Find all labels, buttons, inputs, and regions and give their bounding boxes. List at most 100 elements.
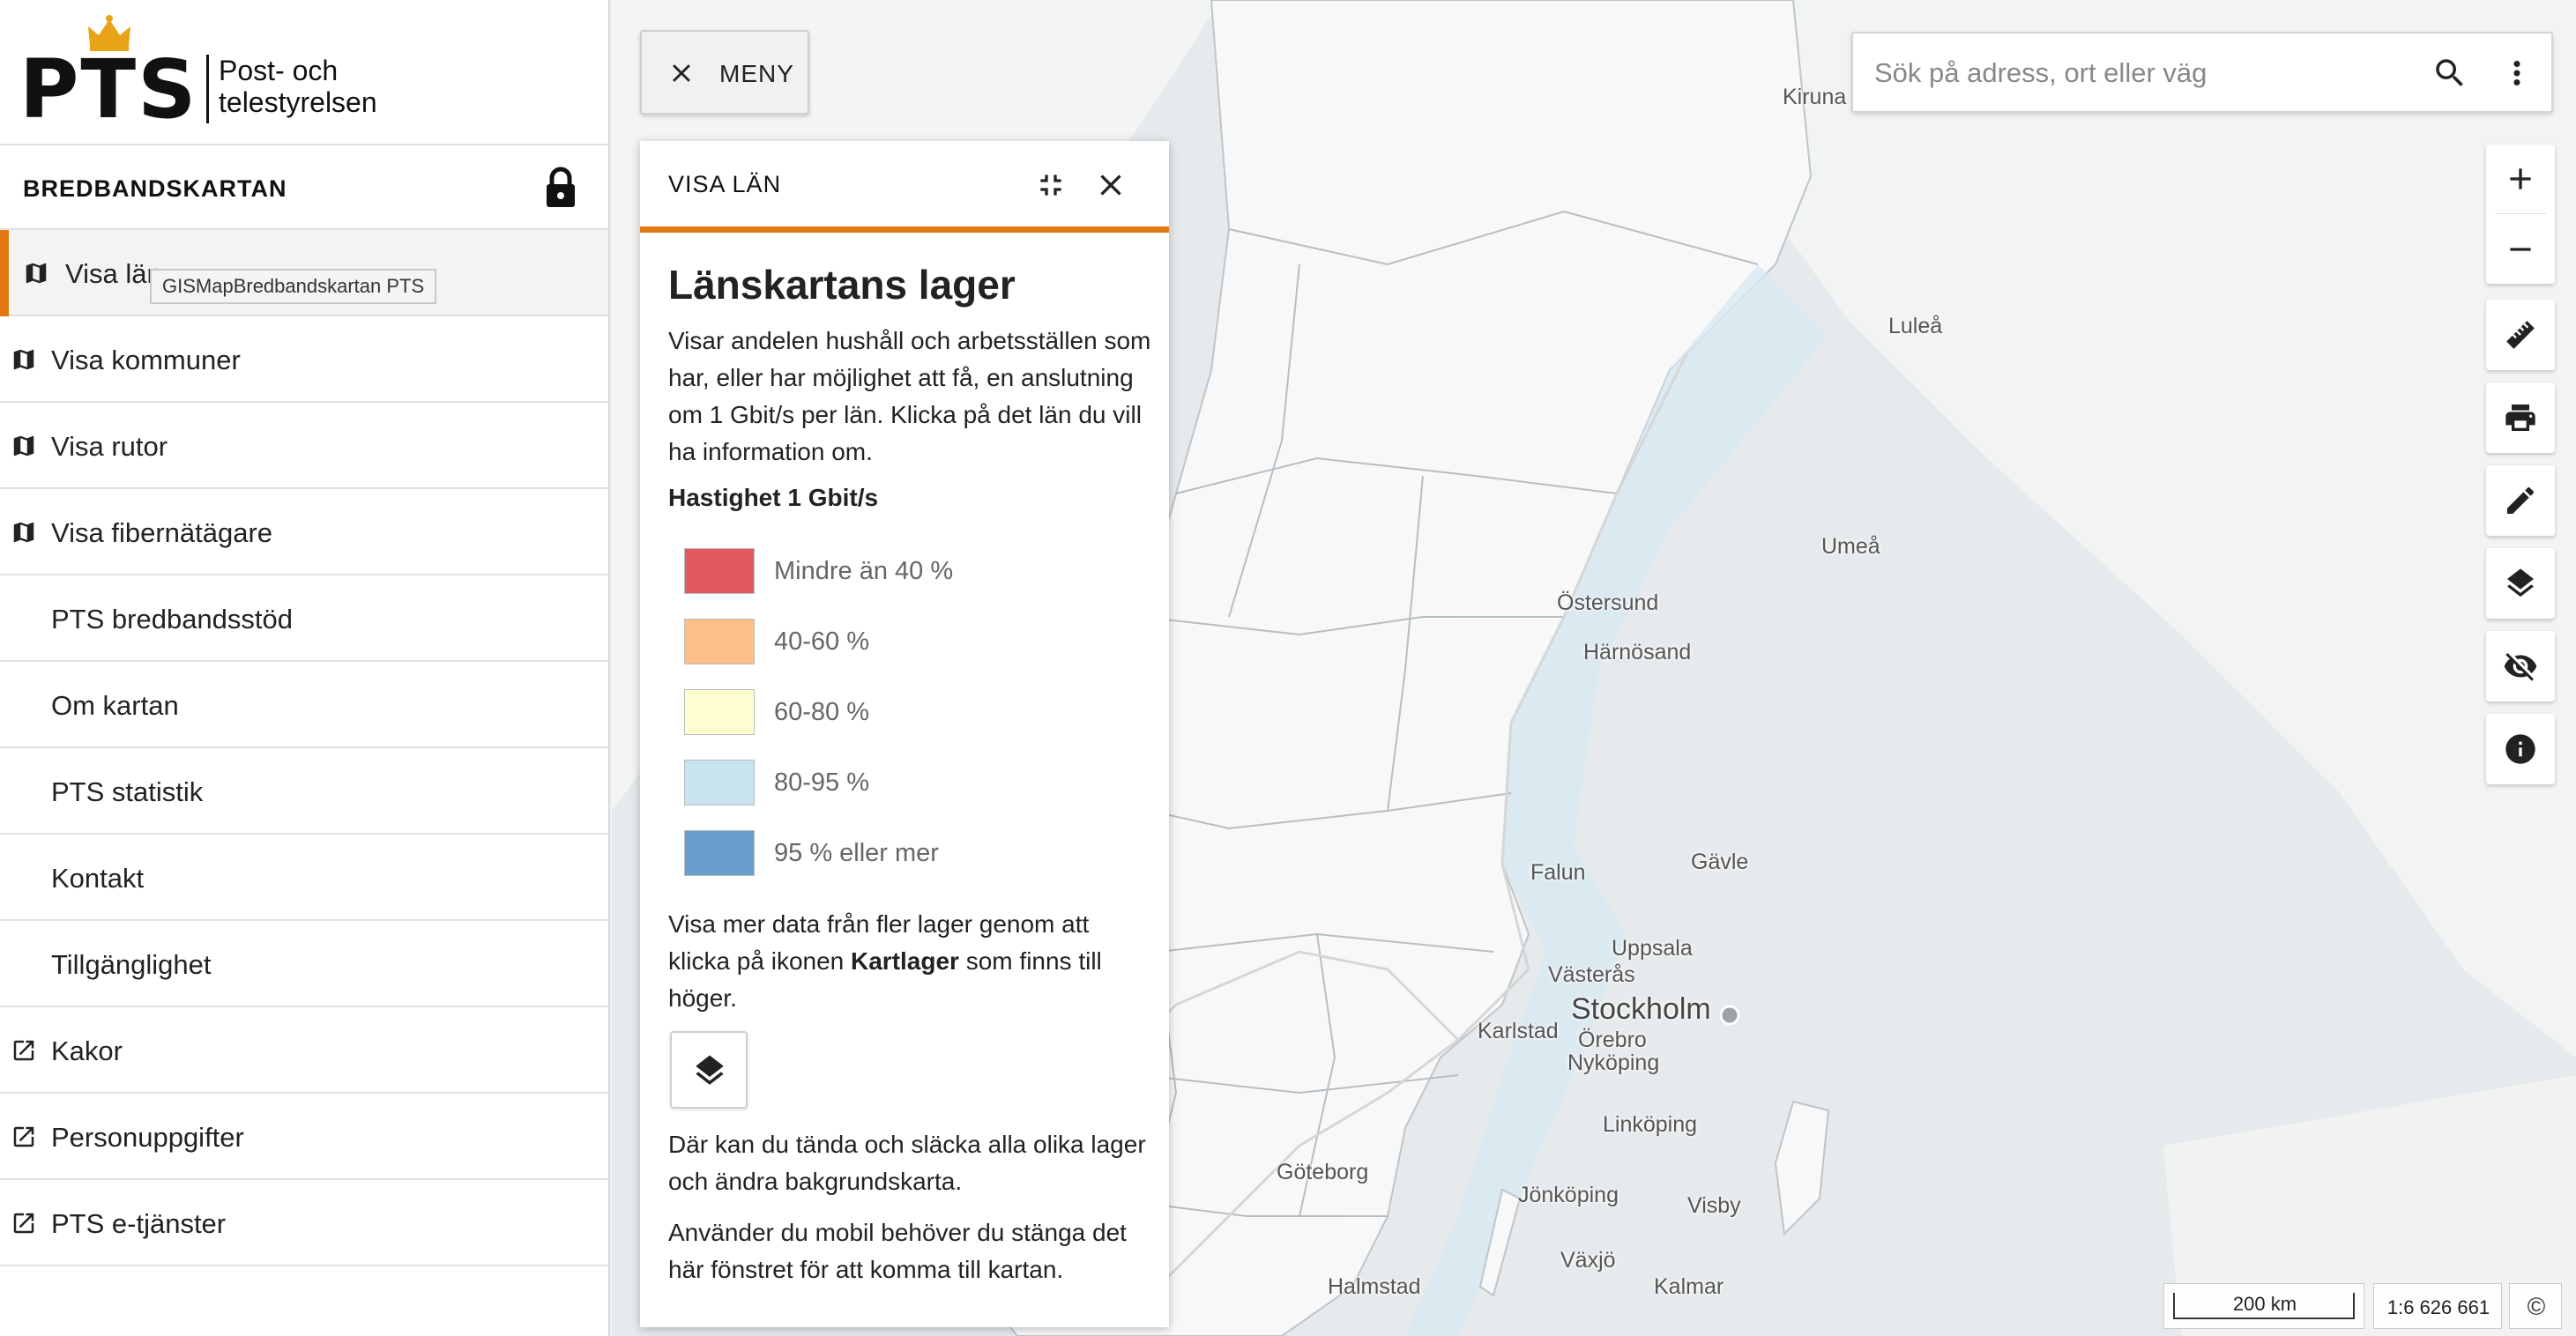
- sidebar-item-label: Visa kommuner: [51, 345, 241, 375]
- sidebar-item-om-kartan[interactable]: Om kartan: [0, 662, 608, 748]
- legend-swatch: [684, 619, 755, 664]
- legend-swatch: [684, 830, 755, 876]
- place-label-linkoping: Linköping: [1603, 1112, 1698, 1137]
- sidebar-item-pts-statistik[interactable]: PTS statistik: [0, 748, 608, 835]
- sidebar-item-visa-fibernatagare[interactable]: Visa fibernätägare: [0, 489, 608, 575]
- copyright-icon: ©: [2527, 1293, 2546, 1320]
- place-label-nykoping: Nyköping: [1567, 1050, 1660, 1075]
- zoom-controls: [2486, 145, 2555, 284]
- scale-ratio-label: 1:6 626 661: [2386, 1296, 2490, 1318]
- menu-toggle-label: MENY: [719, 60, 794, 87]
- tooltip: GISMapBredbandskartan PTS: [150, 269, 437, 304]
- attribution-button[interactable]: ©: [2509, 1283, 2562, 1329]
- sidebar-item-pts-e-tjanster[interactable]: PTS e-tjänster: [0, 1180, 608, 1266]
- sidebar-item-tillganglighet[interactable]: Tillgänglighet: [0, 921, 608, 1007]
- place-label-kiruna: Kiruna: [1783, 85, 1847, 109]
- place-label-karlstad: Karlstad: [1478, 1019, 1559, 1043]
- legend-title: Hastighet 1 Gbit/s: [668, 484, 879, 511]
- panel-description: Visar andelen hushåll och arbetsställen …: [668, 327, 1151, 465]
- map-layers-button[interactable]: [2486, 548, 2555, 619]
- sidebar-item-kontakt[interactable]: Kontakt: [0, 835, 608, 921]
- collapse-icon[interactable]: [1033, 167, 1068, 203]
- external-link-icon: [13, 1040, 34, 1061]
- place-label-harnosand: Härnösand: [1583, 640, 1692, 664]
- zoom-in-button[interactable]: [2486, 145, 2555, 213]
- legend-swatch: [684, 760, 755, 805]
- place-label-vaxjo: Växjö: [1560, 1248, 1616, 1273]
- place-label-visby: Visby: [1687, 1193, 1741, 1218]
- place-label-vasteras: Västerås: [1548, 962, 1635, 987]
- sidebar-item-label: PTS bredbandsstöd: [51, 604, 294, 635]
- place-label-stockholm: Stockholm: [1571, 992, 1711, 1026]
- more-vert-icon[interactable]: [2498, 55, 2535, 92]
- measure-button[interactable]: [2486, 300, 2555, 370]
- active-indicator: [0, 230, 9, 316]
- sidebar-item-visa-rutor[interactable]: Visa rutor: [0, 403, 608, 489]
- kartlager-term: Kartlager: [851, 947, 959, 975]
- place-label-kalmar: Kalmar: [1654, 1274, 1724, 1299]
- map-icon: [13, 435, 34, 456]
- sidebar-item-pts-bredbandsstod[interactable]: PTS bredbandsstöd: [0, 575, 608, 662]
- sidebar-title: BREDBANDSKARTAN: [23, 175, 287, 202]
- legend-label: 95 % eller mer: [774, 839, 939, 867]
- legend-swatch: [684, 548, 755, 594]
- legend-label: Mindre än 40 %: [774, 557, 954, 585]
- panel-mobile-text: Använder du mobil behöver du stänga det …: [668, 1219, 1127, 1283]
- logo-divider: [206, 55, 209, 123]
- pts-logo[interactable]: PTS Post- och telestyrelsen: [19, 14, 390, 130]
- sidebar-item-label: Personuppgifter: [51, 1122, 244, 1153]
- scale-ratio: 1:6 626 661: [2373, 1283, 2502, 1329]
- logo-name-line2: telestyrelsen: [219, 86, 377, 118]
- search-input[interactable]: [1874, 51, 2403, 95]
- place-label-gavle: Gävle: [1691, 850, 1749, 874]
- sidebar-item-label: Visa rutor: [51, 431, 168, 462]
- search-bar: [1851, 32, 2553, 113]
- sidebar-item-label: PTS statistik: [51, 776, 204, 807]
- sidebar-item-label: Om kartan: [51, 690, 179, 721]
- sidebar-item-kakor[interactable]: Kakor: [0, 1007, 608, 1094]
- search-icon[interactable]: [2431, 55, 2468, 92]
- lock-icon[interactable]: [541, 167, 580, 209]
- menu-toggle-button[interactable]: MENY: [640, 30, 809, 115]
- panel-header: VISA LÄN: [640, 141, 1169, 233]
- external-link-icon: [13, 1126, 34, 1147]
- sidebar-item-label: Tillgänglighet: [51, 949, 212, 980]
- panel-heading: Länskartans lager: [668, 262, 1016, 308]
- plus-icon: [2510, 168, 2531, 189]
- layers-icon: [2507, 568, 2534, 597]
- sidebar-item-label: Kontakt: [51, 863, 145, 894]
- logo-wordmark: PTS: [19, 42, 198, 137]
- visibility-button[interactable]: [2486, 631, 2555, 701]
- panel-title: VISA LÄN: [668, 171, 782, 197]
- place-label-umea: Umeå: [1821, 534, 1880, 559]
- layers-icon: [696, 1055, 724, 1085]
- pencil-icon: [2507, 486, 2535, 514]
- draw-button[interactable]: [2486, 465, 2555, 536]
- info-button[interactable]: [2486, 714, 2555, 784]
- print-button[interactable]: [2486, 382, 2555, 453]
- sidebar-item-personuppgifter[interactable]: Personuppgifter: [0, 1094, 608, 1180]
- scale-label: 200 km: [2232, 1293, 2297, 1315]
- scale-line: 200 km: [2163, 1283, 2364, 1329]
- sidebar-item-label: PTS e-tjänster: [51, 1208, 227, 1239]
- external-link-icon: [13, 1213, 34, 1234]
- legend-swatch: [684, 689, 755, 735]
- sidebar: PTS Post- och telestyrelsen BREDBANDSKAR…: [0, 0, 610, 1336]
- info-icon: [2505, 734, 2535, 764]
- zoom-divider: [2495, 213, 2546, 214]
- sidebar-item-label: Kakor: [51, 1035, 123, 1066]
- place-label-goteborg: Göteborg: [1277, 1160, 1369, 1184]
- place-label-falun: Falun: [1530, 860, 1586, 885]
- eye-off-icon: [2504, 653, 2537, 681]
- zoom-out-button[interactable]: [2486, 215, 2555, 284]
- panel-toggle-text: Där kan du tända och släcka alla olika l…: [668, 1131, 1146, 1195]
- print-icon: [2505, 405, 2535, 431]
- map-icon: [13, 522, 34, 543]
- close-icon[interactable]: [1093, 167, 1128, 203]
- logo-name-line1: Post- och: [219, 55, 339, 86]
- map-icon: [26, 263, 47, 284]
- map-icon: [13, 349, 34, 370]
- panel-more-text: Visa mer data från fler lager genom att …: [668, 906, 1151, 1017]
- layers-button[interactable]: [670, 1031, 748, 1109]
- sidebar-item-visa-kommuner[interactable]: Visa kommuner: [0, 316, 608, 403]
